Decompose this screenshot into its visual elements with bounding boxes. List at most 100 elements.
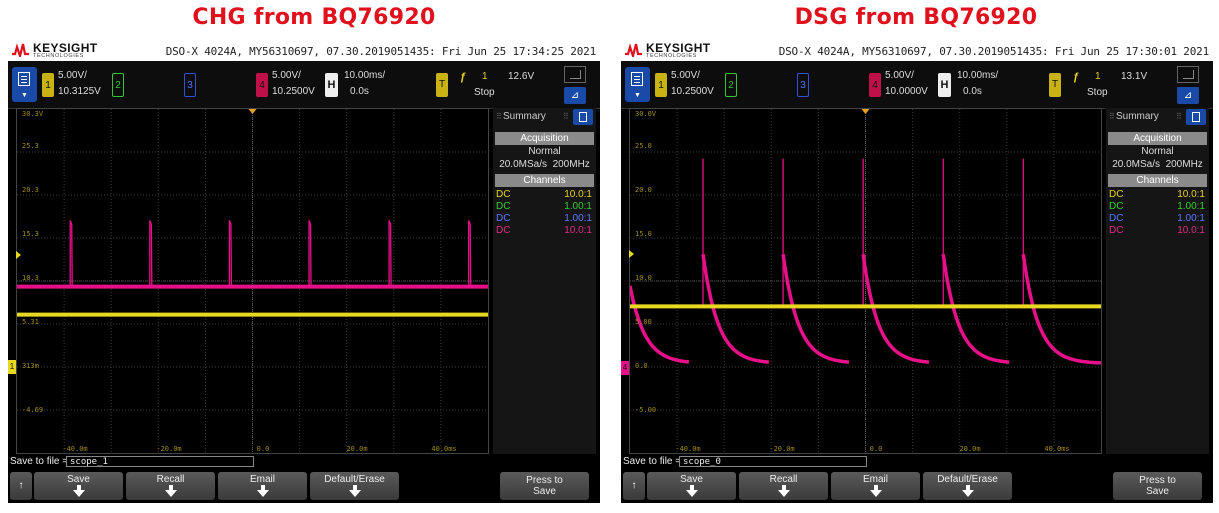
y-tick-label: 30.0V — [635, 110, 657, 118]
drag-handle-icon[interactable]: ⠿ — [1109, 112, 1115, 121]
drag-handle-icon[interactable]: ⠿ — [496, 112, 502, 121]
channel-4-button[interactable]: 4 — [869, 73, 881, 97]
ch4-spike — [388, 220, 392, 287]
email-softkey[interactable]: Email — [218, 472, 307, 500]
acq-rate-row: 20.0MSa/s 200MHz — [495, 159, 594, 171]
y-tick-label: 5.00 — [635, 318, 652, 326]
save-softkey[interactable]: Save — [647, 472, 736, 500]
summary-header: ⠿ Summary ⠿ — [1106, 108, 1209, 126]
y-tick-label: 10.3 — [22, 274, 39, 282]
trigger-source: 1 — [1095, 71, 1101, 82]
x-tick-label: 0.0 — [869, 445, 883, 453]
coupling: DC — [1109, 201, 1124, 212]
x-tick-label: -40.0m — [675, 445, 701, 453]
main-menu-button[interactable]: ▼ — [12, 67, 37, 102]
waveform-plot — [17, 109, 488, 453]
save-label: Save — [533, 486, 556, 497]
y-tick-label: 15.3 — [22, 230, 39, 238]
waveform-area[interactable] — [16, 108, 489, 454]
trigger-level: 13.1V — [1121, 71, 1148, 82]
main-menu-button[interactable]: ▼ — [625, 67, 650, 102]
waveform-plot — [630, 109, 1101, 453]
x-tick-label: 20.0m — [959, 445, 981, 453]
recall-softkey[interactable]: Recall — [126, 472, 215, 500]
channel-2-button[interactable]: 2 — [112, 73, 124, 97]
x-tick-label: -40.0m — [62, 445, 88, 453]
coupling: DC — [496, 225, 511, 236]
ch4-scale: 5.00V/ — [272, 70, 301, 81]
x-axis-labels: -40.0m -20.0m 0.0 20.0m 40.0ms — [629, 445, 1102, 455]
y-tick-label: 313m — [22, 362, 39, 370]
channel-4-button[interactable]: 4 — [256, 73, 268, 97]
save-to-file-label: Save to file = — [623, 456, 682, 467]
scope-header: KEYSIGHT TECHNOLOGIES DSO-X 4024A, MY563… — [8, 40, 600, 61]
menu-icon — [631, 72, 643, 86]
figure-title-dsg: DSG from BQ76920 — [794, 5, 1038, 30]
horizontal-button[interactable]: H — [325, 73, 338, 97]
summary-menu-button[interactable] — [573, 109, 593, 125]
ch1-offset: 10.3125V — [58, 86, 101, 97]
coupling: DC — [1109, 213, 1124, 224]
y-tick-label: -4.69 — [22, 406, 44, 414]
ch4-spike — [308, 220, 312, 287]
channel-3-button[interactable]: 3 — [184, 73, 196, 97]
softkey-bar: ↑ Save Recall Email Default/Erase Press … — [8, 470, 600, 503]
recall-softkey[interactable]: Recall — [739, 472, 828, 500]
press-to-label: Press to — [1139, 475, 1176, 486]
window-icon[interactable] — [1177, 66, 1199, 83]
default-erase-softkey[interactable]: Default/Erase — [923, 472, 1012, 500]
summary-menu-button[interactable] — [1186, 109, 1206, 125]
coupling: DC — [1109, 189, 1124, 200]
acq-mode: Normal — [1141, 146, 1174, 157]
save-label: Save — [680, 474, 703, 485]
y-tick-label: 25.0 — [635, 142, 652, 150]
control-bar: ▼ 1 5.00V/ 10.3125V 2 3 4 5.00V/ 10.2500… — [8, 61, 600, 109]
autoscale-button[interactable]: ⊿ — [1177, 87, 1199, 104]
scope-header: KEYSIGHT TECHNOLOGIES DSO-X 4024A, MY563… — [621, 40, 1213, 61]
drag-handle-icon[interactable]: ⠿ — [563, 112, 569, 121]
summary-panel: ⠿ Summary ⠿ Acquisition Normal 20.0MSa/s… — [1106, 108, 1209, 454]
autoscale-button[interactable]: ⊿ — [564, 87, 586, 104]
save-filename-field[interactable]: scope_1 — [66, 456, 254, 467]
trigger-button[interactable]: T — [1049, 73, 1061, 97]
instrument-info: DSO-X 4024A, MY56310697, 07.30.201905143… — [778, 45, 1210, 58]
default-erase-label: Default/Erase — [324, 474, 385, 485]
trigger-button[interactable]: T — [436, 73, 448, 97]
y-tick-label: 10.0 — [635, 274, 652, 282]
probe-ratio: 10.0:1 — [1177, 225, 1205, 236]
ch1-ground-marker: 1 — [8, 360, 16, 374]
probe-ratio: 1.00:1 — [564, 213, 592, 224]
ch4-spike — [228, 220, 233, 287]
press-to-save-softkey[interactable]: Press to Save — [1113, 472, 1202, 500]
softkey-bar: ↑ Save Recall Email Default/Erase Press … — [621, 470, 1213, 503]
waveform-area[interactable] — [629, 108, 1102, 454]
channel-1-button[interactable]: 1 — [42, 73, 54, 97]
channel-3-button[interactable]: 3 — [797, 73, 809, 97]
arrow-down-icon — [164, 485, 177, 497]
summary-label: Summary — [503, 111, 546, 122]
back-up-button[interactable]: ↑ — [623, 472, 645, 500]
scope-screen-chg: KEYSIGHT TECHNOLOGIES DSO-X 4024A, MY563… — [8, 40, 600, 503]
chevron-down-icon: ▼ — [634, 92, 641, 99]
probe-ratio: 10.0:1 — [564, 189, 592, 200]
summary-label: Summary — [1116, 111, 1159, 122]
horizontal-button[interactable]: H — [938, 73, 951, 97]
h-scale: 10.00ms/ — [344, 70, 386, 81]
channel-2-button[interactable]: 2 — [725, 73, 737, 97]
email-label: Email — [862, 474, 888, 485]
email-softkey[interactable]: Email — [831, 472, 920, 500]
ch1-scale: 5.00V/ — [58, 70, 87, 81]
x-tick-label: 40.0ms — [431, 445, 457, 453]
press-to-save-softkey[interactable]: Press to Save — [500, 472, 589, 500]
channel-1-button[interactable]: 1 — [655, 73, 667, 97]
default-erase-softkey[interactable]: Default/Erase — [310, 472, 399, 500]
save-filename-field[interactable]: scope_0 — [679, 456, 867, 467]
save-softkey[interactable]: Save — [34, 472, 123, 500]
ch4-ground-marker: 4 — [621, 361, 629, 375]
recall-label: Recall — [156, 474, 185, 485]
h-delay: 0.0s — [350, 86, 369, 97]
ch1-scale: 5.00V/ — [671, 70, 700, 81]
back-up-button[interactable]: ↑ — [10, 472, 32, 500]
drag-handle-icon[interactable]: ⠿ — [1176, 112, 1182, 121]
window-icon[interactable] — [564, 66, 586, 83]
